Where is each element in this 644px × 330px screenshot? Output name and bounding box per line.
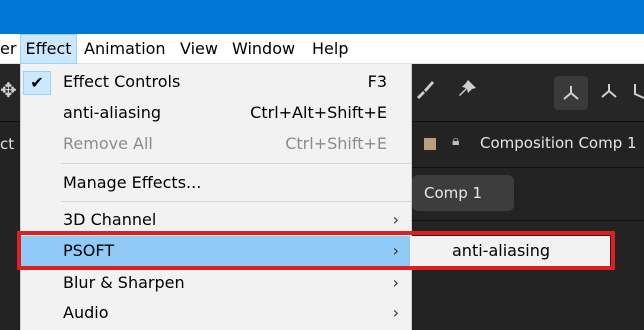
comp-tab[interactable]: Comp 1 xyxy=(412,175,514,211)
menu-item-window[interactable]: Window xyxy=(232,34,295,64)
menu-item-label: Effect Controls xyxy=(63,72,181,91)
menu-item-label: Blur & Sharpen xyxy=(63,273,185,292)
move-tool-icon[interactable]: ✥ xyxy=(0,78,17,102)
effect-controls-tab-partial[interactable]: ct xyxy=(0,135,14,153)
menu-item-shortcut: Ctrl+Shift+E xyxy=(285,134,387,153)
menu-effect-controls[interactable]: ✔ Effect Controls F3 xyxy=(21,67,411,97)
menu-item-partial[interactable]: er xyxy=(0,34,16,64)
composition-color-swatch xyxy=(424,138,436,150)
menu-item-animation[interactable]: Animation xyxy=(84,34,166,64)
menu-manage-effects[interactable]: Manage Effects... xyxy=(21,168,411,198)
menu-separator xyxy=(61,201,411,202)
menu-remove-all: Remove All Ctrl+Shift+E xyxy=(21,129,411,159)
menu-item-view[interactable]: View xyxy=(180,34,218,64)
menu-item-label: Audio xyxy=(63,303,109,322)
menu-separator xyxy=(61,163,411,164)
submenu-arrow-icon: › xyxy=(392,273,399,292)
menu-item-effect[interactable]: Effect xyxy=(20,34,77,64)
composition-title[interactable]: Composition Comp 1 xyxy=(480,134,637,152)
menu-item-label: anti-aliasing xyxy=(63,103,162,122)
panel-divider xyxy=(412,220,644,221)
menu-item-help[interactable]: Help xyxy=(312,34,348,64)
menu-audio[interactable]: Audio › xyxy=(21,298,411,328)
menu-item-label: Manage Effects... xyxy=(63,173,202,192)
effect-menu: ✔ Effect Controls F3 anti-aliasing Ctrl+… xyxy=(20,64,412,330)
menu-blur-sharpen[interactable]: Blur & Sharpen › xyxy=(21,268,411,298)
lock-icon[interactable]: 🔒︎ xyxy=(452,133,459,149)
title-bar xyxy=(0,0,644,34)
menu-item-shortcut: Ctrl+Alt+Shift+E xyxy=(250,103,387,122)
menu-item-label: Remove All xyxy=(63,134,153,153)
axis-local-icon[interactable] xyxy=(554,76,588,110)
menu-bar: er Effect Animation View Window Help xyxy=(0,34,644,64)
axis-world-icon[interactable] xyxy=(598,80,620,107)
checkmark-icon: ✔ xyxy=(23,71,51,95)
submenu-arrow-icon: › xyxy=(392,303,399,322)
axis-view-icon[interactable] xyxy=(632,80,644,107)
highlight-annotation-box xyxy=(17,231,615,270)
brush-tool-icon[interactable] xyxy=(414,78,436,105)
pin-tool-icon[interactable] xyxy=(456,78,478,105)
menu-item-shortcut: F3 xyxy=(367,72,387,91)
menu-anti-aliasing[interactable]: anti-aliasing Ctrl+Alt+Shift+E xyxy=(21,98,411,128)
